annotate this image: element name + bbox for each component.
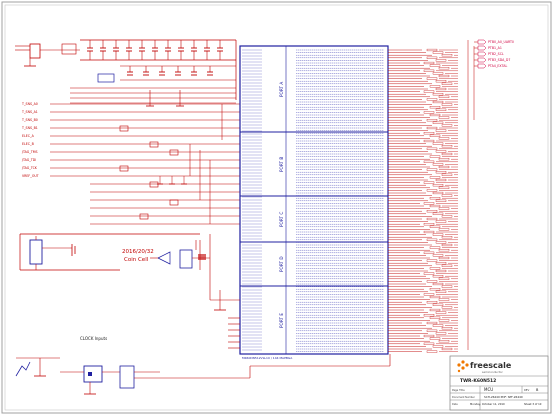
net-label: PTB0_A0_UART0 bbox=[488, 40, 514, 44]
sheet-of-text: Sheet 3 of 10 bbox=[524, 402, 542, 406]
decoupling-capacitor-bank bbox=[70, 39, 237, 107]
left-signal-labels: T_SNS_A0 T_SNS_A1 T_SNS_B0 T_SNS_B1 ELEC_A EL… bbox=[21, 102, 39, 178]
date-label: Date bbox=[452, 403, 458, 406]
doc-label: Document Number bbox=[452, 396, 475, 399]
logo-text: freescale bbox=[470, 361, 512, 370]
oscillator bbox=[83, 365, 103, 383]
date-text: Monday, October 11, 2010 bbox=[470, 402, 505, 406]
schematic-sheet: T_SNS_A0 T_SNS_A1 T_SNS_B0 T_SNS_B1 ELEC_A EL… bbox=[1, 1, 552, 414]
clock-inputs-block: CLOCK Inputs bbox=[15, 336, 391, 395]
port-label: PORT A bbox=[279, 82, 284, 97]
port-label: PORT E bbox=[279, 313, 284, 328]
port-label: PORT D bbox=[279, 256, 284, 272]
mcu-part-label: MK60DN512VLL10 / 144 MAPBGA bbox=[242, 356, 293, 360]
coin-cell-label-1: 2016/20/32 bbox=[122, 249, 154, 255]
mcu-symbol: PORT A PORT B PORT C PORT D PORT E MK60DN512… bbox=[239, 45, 389, 360]
coin-cell-block: 2016/20/32 Coin Cell bbox=[19, 233, 210, 271]
mcu-body bbox=[239, 45, 389, 355]
net-label: PTB2_SCL bbox=[488, 52, 504, 56]
coin-cell-label-2: Coin Cell bbox=[124, 257, 149, 263]
left-label: T_SNS_A1 bbox=[21, 110, 38, 114]
left-label: ELEC_B bbox=[22, 142, 34, 146]
left-label: VREF_OUT bbox=[22, 174, 39, 178]
doc-text: SCH-26440 PDF: SPF-26440 bbox=[484, 395, 523, 399]
mcu-right-pin-nets bbox=[388, 40, 475, 353]
left-label: JTAG_TDI bbox=[21, 158, 36, 162]
logo-subtext: semiconductor bbox=[482, 370, 504, 374]
net-label: PTB1_A1 bbox=[488, 46, 502, 50]
sheet-label: Page Title bbox=[452, 388, 465, 392]
sheet-text: MCU bbox=[484, 387, 493, 392]
rev-label: REV bbox=[524, 388, 529, 392]
title-text: TWR-K60N512 bbox=[460, 378, 496, 384]
left-label: JTAG_TMS bbox=[21, 150, 38, 154]
sheet-border bbox=[1, 1, 552, 414]
left-label: JTAG_TCK bbox=[21, 166, 38, 170]
left-label: T_SNS_B0 bbox=[21, 118, 38, 122]
net-label: PTA4_EXTAL bbox=[488, 64, 507, 68]
right-net-labels: PTB0_A0_UART0 PTB1_A1 PTB2_SCL PTB3_SDA_D7 P… bbox=[474, 39, 514, 69]
left-label: T_SNS_B1 bbox=[21, 126, 38, 130]
regulator-block bbox=[15, 43, 80, 67]
port-label: PORT C bbox=[279, 212, 284, 227]
power-traces bbox=[50, 103, 240, 225]
title-block: freescale semiconductor TWR-K60N512 Page… bbox=[449, 355, 549, 411]
clock-label: CLOCK Inputs bbox=[80, 336, 107, 341]
lower-left-circuit bbox=[209, 234, 240, 349]
left-label: T_SNS_A0 bbox=[21, 102, 38, 106]
port-label: PORT B bbox=[279, 157, 284, 172]
sheet-border-inner bbox=[4, 4, 549, 411]
left-label: ELEC_A bbox=[22, 134, 35, 138]
net-label: PTB3_SDA_D7 bbox=[488, 58, 510, 62]
